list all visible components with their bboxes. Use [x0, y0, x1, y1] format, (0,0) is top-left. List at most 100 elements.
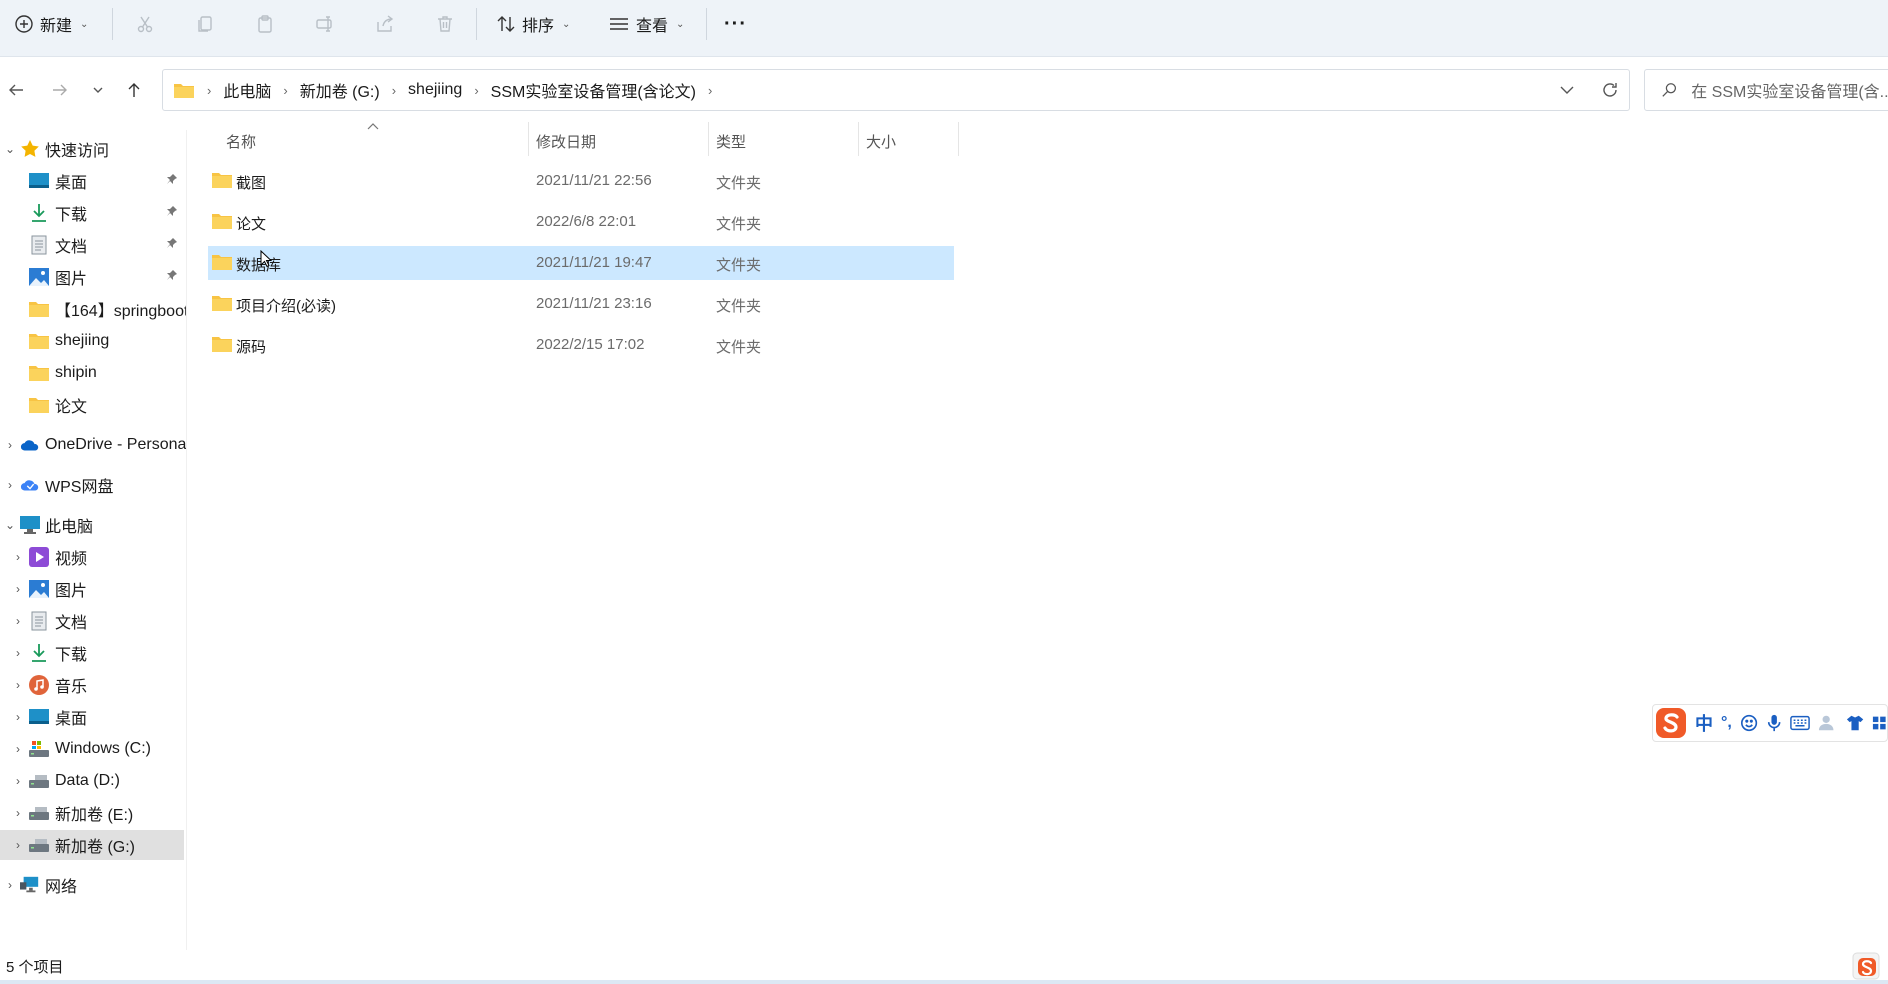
chevron-right-icon[interactable]: ›	[392, 83, 396, 98]
sidebar-label: 视频	[55, 551, 88, 568]
chevron-right-icon[interactable]: ›	[12, 806, 24, 820]
chevron-right-icon[interactable]: ›	[12, 838, 24, 852]
chevron-right-icon[interactable]: ›	[12, 742, 24, 756]
address-history-icon[interactable]	[1559, 76, 1575, 104]
crumb-this-pc[interactable]: 此电脑	[223, 78, 271, 102]
chevron-right-icon[interactable]: ›	[4, 438, 16, 452]
chevron-right-icon[interactable]: ›	[283, 83, 287, 98]
address-bar[interactable]: › 此电脑 › 新加卷 (G:) › shejiing › SSM实验室设备管理…	[162, 69, 1630, 111]
paste-button[interactable]	[250, 10, 280, 38]
share-button[interactable]	[370, 10, 400, 38]
sidebar-item-videos[interactable]: › 视频	[0, 542, 186, 572]
ime-toolbar[interactable]: 中 °,	[1652, 704, 1888, 742]
chevron-right-icon[interactable]: ›	[12, 774, 24, 788]
up-button[interactable]	[120, 76, 148, 104]
file-row[interactable]: 数据库 2021/11/21 19:47 文件夹	[208, 246, 954, 280]
keyboard-icon[interactable]	[1790, 714, 1811, 732]
file-row[interactable]: 项目介绍(必读) 2021/11/21 23:16 文件夹	[208, 287, 954, 321]
chevron-right-icon[interactable]: ›	[12, 710, 24, 724]
sidebar-item-downloads[interactable]: 下载	[0, 198, 186, 228]
arrow-left-icon	[9, 84, 23, 96]
sidebar-item-shipin[interactable]: shipin	[0, 358, 186, 388]
crumb-current-folder[interactable]: SSM实验室设备管理(含论文)	[491, 78, 696, 102]
column-header-type[interactable]: 类型	[716, 126, 746, 156]
folder-icon	[29, 363, 49, 383]
sogou-logo-icon[interactable]	[1655, 706, 1687, 740]
sidebar-quick-access[interactable]: ⌄ 快速访问	[0, 134, 186, 164]
column-divider[interactable]	[958, 122, 959, 156]
chevron-down-icon[interactable]: ⌄	[4, 142, 16, 156]
sidebar-label: 图片	[55, 271, 88, 288]
chevron-right-icon[interactable]: ›	[12, 646, 24, 660]
chevron-right-icon[interactable]: ›	[12, 614, 24, 628]
sidebar-item-pc-pictures[interactable]: › 图片	[0, 574, 186, 604]
sidebar-item-pc-documents[interactable]: › 文档	[0, 606, 186, 636]
sidebar-item-springboot[interactable]: 【164】springboot	[0, 294, 186, 324]
pane-divider[interactable]	[186, 130, 187, 950]
column-header-name[interactable]: 名称	[226, 126, 256, 156]
sidebar-label: WPS网盘	[45, 479, 114, 496]
sidebar-item-network[interactable]: › 网络	[0, 870, 186, 900]
rename-button[interactable]	[310, 10, 340, 38]
sidebar-item-pc-downloads[interactable]: › 下载	[0, 638, 186, 668]
sidebar-item-music[interactable]: › 音乐	[0, 670, 186, 700]
sidebar-item-onedrive[interactable]: › OneDrive - Personal	[0, 430, 186, 460]
grid-menu-icon[interactable]	[1872, 714, 1887, 732]
sidebar-item-documents[interactable]: 文档	[0, 230, 186, 260]
sogou-tray-icon[interactable]	[1852, 952, 1880, 980]
column-header-date[interactable]: 修改日期	[536, 126, 596, 156]
sidebar-label: 新加卷 (E:)	[55, 807, 134, 824]
chevron-right-icon[interactable]: ›	[12, 582, 24, 596]
column-divider[interactable]	[708, 122, 709, 156]
ime-punct-label[interactable]: °,	[1721, 714, 1732, 732]
cloud-icon	[20, 435, 40, 455]
forward-button[interactable]	[46, 76, 74, 104]
search-icon	[1662, 83, 1677, 97]
copy-button[interactable]	[190, 10, 220, 38]
sidebar-item-this-pc[interactable]: ⌄ 此电脑	[0, 510, 186, 540]
file-row[interactable]: 论文 2022/6/8 22:01 文件夹	[208, 205, 954, 239]
sidebar-item-shejiing[interactable]: shejiing	[0, 326, 186, 356]
sidebar-item-drive-g[interactable]: › 新加卷 (G:)	[0, 830, 184, 860]
column-divider[interactable]	[528, 122, 529, 156]
back-button[interactable]	[2, 76, 30, 104]
view-button[interactable]: 查看 ⌄	[608, 8, 684, 40]
user-settings-icon[interactable]	[1818, 714, 1838, 732]
crumb-drive-g[interactable]: 新加卷 (G:)	[300, 78, 380, 102]
chevron-right-icon[interactable]: ›	[474, 83, 478, 98]
file-row[interactable]: 截图 2021/11/21 22:56 文件夹	[208, 164, 954, 198]
chevron-right-icon[interactable]: ›	[4, 878, 16, 892]
sidebar-item-pictures[interactable]: 图片	[0, 262, 186, 292]
microphone-icon[interactable]	[1766, 713, 1782, 733]
sidebar-item-desktop[interactable]: 桌面	[0, 166, 186, 196]
chevron-right-icon[interactable]: ›	[708, 83, 712, 98]
refresh-icon[interactable]	[1601, 76, 1619, 104]
file-row[interactable]: 源码 2022/2/15 17:02 文件夹	[208, 328, 954, 362]
chevron-right-icon[interactable]: ›	[12, 678, 24, 692]
file-type: 文件夹	[716, 298, 762, 315]
chevron-down-icon[interactable]: ⌄	[4, 518, 16, 532]
recent-locations-button[interactable]	[84, 76, 112, 104]
more-options-button[interactable]: ···	[724, 8, 747, 40]
search-box[interactable]: 在 SSM实验室设备管理(含...	[1644, 69, 1888, 111]
emoji-icon[interactable]	[1740, 713, 1758, 733]
cut-button[interactable]	[130, 10, 160, 38]
delete-button[interactable]	[430, 10, 460, 38]
sidebar-item-drive-e[interactable]: › 新加卷 (E:)	[0, 798, 186, 828]
sidebar-item-pc-desktop[interactable]: › 桌面	[0, 702, 186, 732]
sort-button[interactable]: 排序 ⌄	[496, 8, 570, 40]
sidebar-label: Windows (C:)	[55, 740, 152, 757]
new-button[interactable]: 新建 ⌄	[14, 8, 88, 40]
view-label: 查看	[636, 18, 669, 35]
sidebar-item-drive-d[interactable]: › Data (D:)	[0, 766, 186, 796]
skin-shirt-icon[interactable]	[1846, 714, 1864, 732]
ime-mode-label[interactable]: 中	[1695, 710, 1713, 736]
column-divider[interactable]	[858, 122, 859, 156]
column-header-size[interactable]: 大小	[866, 126, 896, 156]
crumb-shejiing[interactable]: shejiing	[408, 81, 462, 99]
chevron-right-icon[interactable]: ›	[12, 550, 24, 564]
sidebar-item-drive-c[interactable]: › Windows (C:)	[0, 734, 186, 764]
sidebar-item-wps[interactable]: › WPS网盘	[0, 470, 186, 500]
sidebar-item-lunwen[interactable]: 论文	[0, 390, 186, 420]
chevron-right-icon[interactable]: ›	[4, 478, 16, 492]
